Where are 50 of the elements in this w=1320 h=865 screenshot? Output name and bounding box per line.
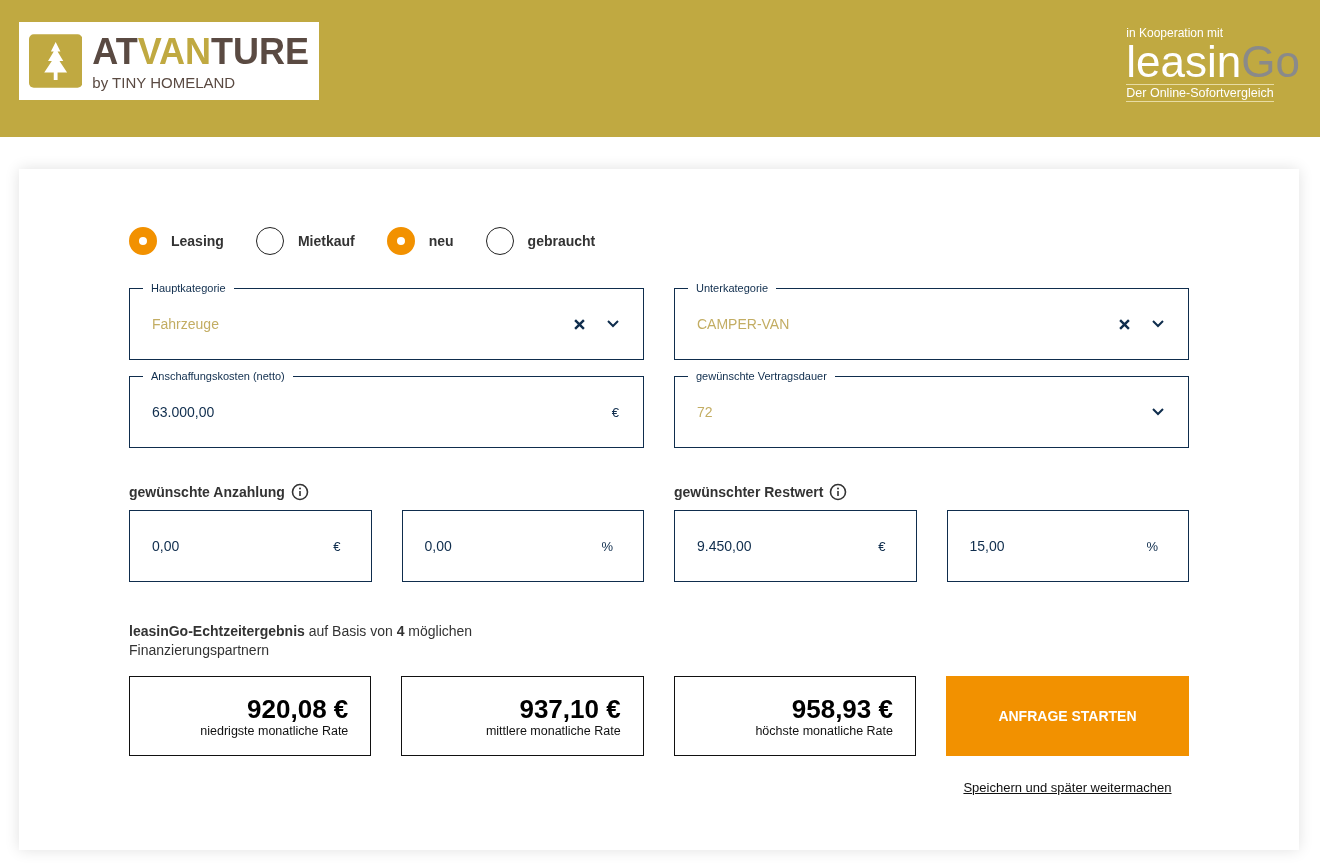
radio-label: Leasing: [171, 233, 224, 249]
number-input[interactable]: 0,00 %: [401, 510, 644, 582]
save-link[interactable]: Speichern und später weitermachen: [963, 780, 1172, 795]
input-unit: €: [878, 538, 886, 554]
brand-name: ATVANTURE: [92, 31, 309, 72]
clear-icon[interactable]: [1119, 318, 1130, 330]
number-input[interactable]: 0,00 €: [129, 510, 372, 582]
rate-label: niedrigste monatliche Rate: [200, 724, 349, 738]
partner-intro: in Kooperation mit: [1126, 26, 1224, 40]
chevron-down-icon[interactable]: [1152, 320, 1164, 328]
input-value: 15,00: [969, 538, 1005, 554]
number-input[interactable]: 15,00 %: [946, 510, 1189, 582]
currency-unit: €: [611, 404, 619, 420]
radio-button[interactable]: [129, 227, 157, 255]
rate-label: höchste monatliche Rate: [755, 724, 893, 738]
partner-logo: leasinGo: [1126, 40, 1300, 84]
chevron-down-icon[interactable]: [607, 320, 619, 328]
radio-label: Mietkauf: [297, 233, 355, 249]
input-unit: %: [601, 538, 613, 554]
group-title: gewünschte Anzahlung: [129, 484, 285, 500]
field-label: Anschaffungskosten (netto): [143, 369, 293, 383]
radio-label: neu: [428, 233, 454, 249]
info-icon[interactable]: [290, 483, 309, 501]
input-value: 9.450,00: [697, 538, 752, 554]
rate-amount: 937,10 €: [519, 694, 621, 724]
field-label: Unterkategorie: [688, 281, 777, 295]
field-value: 63.000,00: [152, 404, 216, 420]
clear-icon[interactable]: [574, 318, 585, 330]
input-value: 0,00: [152, 538, 180, 554]
radio-label: gebraucht: [527, 233, 596, 249]
rate-amount: 958,93 €: [791, 694, 893, 724]
group-title: gewünschter Restwert: [674, 484, 824, 500]
field-label: gewünschte Vertragsdauer: [688, 369, 835, 383]
brand-tagline: by TINY HOMELAND: [92, 73, 237, 91]
rate-label: mittlere monatliche Rate: [485, 724, 621, 738]
tree-logo-icon: [29, 32, 83, 90]
input-value: 0,00: [424, 538, 452, 554]
input-unit: %: [1146, 538, 1158, 554]
rate-amount: 920,08 €: [247, 694, 349, 724]
info-icon[interactable]: [829, 483, 848, 501]
field-value: Fahrzeuge: [152, 316, 220, 332]
chevron-down-icon[interactable]: [1152, 408, 1164, 416]
result-note: leasinGo-Echtzeitergebnis auf Basis von 4 möglichen Finanzierungspartnern: [129, 622, 474, 660]
partner-tagline: Der Online-Sofortvergleich: [1126, 84, 1274, 102]
number-input[interactable]: 9.450,00 €: [674, 510, 917, 582]
field-value: 72: [697, 404, 714, 420]
input-unit: €: [333, 538, 341, 554]
radio-button[interactable]: [386, 227, 415, 255]
field-label: Hauptkategorie: [143, 281, 234, 295]
field-value: CAMPER-VAN: [697, 316, 791, 332]
